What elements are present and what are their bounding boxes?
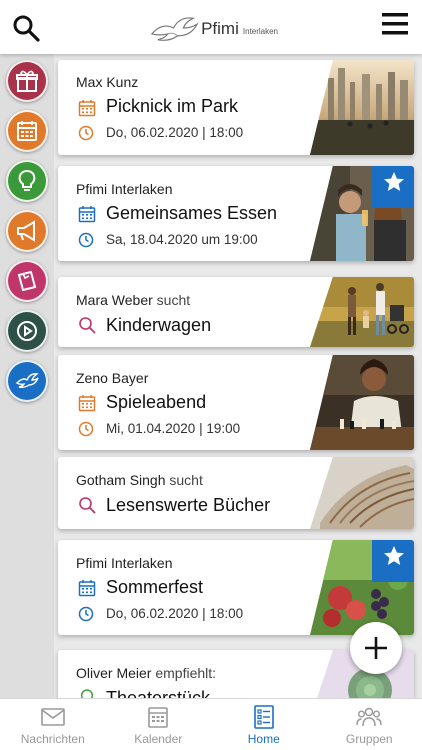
calendar-icon <box>78 100 96 117</box>
featured-star-badge <box>372 540 414 582</box>
card-date: Mi, 01.04.2020 | 19:00 <box>106 421 241 436</box>
author-name: Pfimi Interlaken <box>76 181 173 197</box>
featured-star-badge <box>372 166 414 208</box>
clock-icon <box>78 421 94 437</box>
mail-icon <box>40 708 65 726</box>
feed-card[interactable]: Max Kunz Picknick im Park Do, 06.02.2020… <box>58 60 414 155</box>
dove-icon <box>15 373 39 388</box>
plus-icon <box>365 637 387 659</box>
calendar-icon <box>78 206 96 223</box>
category-calendar-button[interactable] <box>6 110 48 152</box>
card-date: Sa, 18.04.2020 um 19:00 <box>106 232 258 247</box>
list-icon <box>253 705 274 729</box>
megaphone-icon <box>17 220 35 242</box>
search-icon[interactable] <box>12 14 40 42</box>
card-author: Pfimi Interlaken <box>76 555 172 571</box>
card-image-chess <box>310 355 414 450</box>
tab-label: Nachrichten <box>20 732 85 746</box>
card-author: Mara Weber sucht <box>76 292 190 308</box>
feed-card[interactable]: Gotham Singh sucht Lesenswerte Bücher <box>58 457 414 529</box>
category-church-button[interactable] <box>6 360 48 402</box>
card-image-park <box>310 60 414 155</box>
lightbulb-icon <box>18 170 36 191</box>
author-verb: sucht <box>156 292 191 308</box>
tab-label: Home <box>247 732 280 746</box>
card-author: Oliver Meier empfiehlt: <box>76 665 216 681</box>
logo-subtitle: Interlaken <box>242 26 278 36</box>
logo-name: Pfimi <box>201 19 239 38</box>
bottom-tab-bar: Nachrichten Kalender Home Gruppen <box>0 698 422 750</box>
group-icon <box>356 707 382 727</box>
card-title: Lesenswerte Bücher <box>106 495 271 515</box>
tab-home[interactable]: Home <box>211 699 317 750</box>
star-icon <box>384 172 404 191</box>
feed-card[interactable]: Mara Weber sucht Kinderwagen <box>58 277 414 347</box>
author-verb: sucht <box>169 472 203 488</box>
card-date: Do, 06.02.2020 | 18:00 <box>106 125 244 140</box>
tab-gruppen[interactable]: Gruppen <box>317 699 422 750</box>
play-icon <box>17 321 37 341</box>
calendar-icon <box>78 580 96 597</box>
dove-logo-icon <box>150 17 199 41</box>
author-name: Gotham Singh <box>76 472 166 488</box>
card-author: Zeno Bayer <box>76 370 148 386</box>
category-idea-button[interactable] <box>6 160 48 202</box>
hamburger-menu-icon[interactable] <box>382 12 408 36</box>
category-media-button[interactable] <box>6 310 48 352</box>
card-title: Picknick im Park <box>106 96 239 116</box>
feed-card[interactable]: Pfimi Interlaken Gemeinsames Essen Sa, 1… <box>58 166 414 261</box>
card-image-family <box>310 277 414 347</box>
clock-icon <box>78 606 94 622</box>
author-name: Mara Weber <box>76 292 153 308</box>
category-announcement-button[interactable] <box>6 210 48 252</box>
add-post-button[interactable] <box>350 622 402 674</box>
feed-card[interactable]: Zeno Bayer Spieleabend Mi, 01.04.2020 | … <box>58 355 414 450</box>
category-note-button[interactable] <box>6 260 48 302</box>
card-title: Gemeinsames Essen <box>106 203 278 223</box>
tab-nachrichten[interactable]: Nachrichten <box>0 699 106 750</box>
calendar-icon <box>78 395 96 412</box>
author-verb: empfiehlt: <box>155 665 217 681</box>
category-gift-button[interactable] <box>6 60 48 102</box>
card-author: Max Kunz <box>76 74 138 90</box>
card-author: Gotham Singh sucht <box>76 472 203 488</box>
card-image-book <box>310 457 414 529</box>
card-title: Spieleabend <box>106 392 207 412</box>
card-author: Pfimi Interlaken <box>76 181 172 197</box>
card-date: Do, 06.02.2020 | 18:00 <box>106 606 244 621</box>
search-icon <box>79 317 96 334</box>
author-name: Max Kunz <box>76 74 139 90</box>
tab-label: Kalender <box>134 732 183 746</box>
card-title: Kinderwagen <box>106 315 212 335</box>
calendar-icon <box>17 121 37 141</box>
clock-icon <box>78 125 94 141</box>
star-icon <box>384 546 404 565</box>
calendar-icon <box>148 707 169 728</box>
author-name: Oliver Meier <box>76 665 152 681</box>
category-sidebar <box>0 54 54 704</box>
tab-kalender[interactable]: Kalender <box>106 699 212 750</box>
gift-icon <box>16 70 38 92</box>
clock-icon <box>78 232 94 248</box>
search-icon <box>79 497 96 514</box>
app-header: Pfimi Interlaken <box>0 0 422 54</box>
author-name: Zeno Bayer <box>76 370 149 386</box>
tab-label: Gruppen <box>345 732 393 746</box>
card-title: Sommerfest <box>106 577 204 597</box>
note-icon <box>17 270 37 292</box>
feed-card[interactable]: Pfimi Interlaken Sommerfest Do, 06.02.20… <box>58 540 414 635</box>
author-name: Pfimi Interlaken <box>76 555 173 571</box>
app-logo[interactable]: Pfimi Interlaken <box>148 12 278 46</box>
